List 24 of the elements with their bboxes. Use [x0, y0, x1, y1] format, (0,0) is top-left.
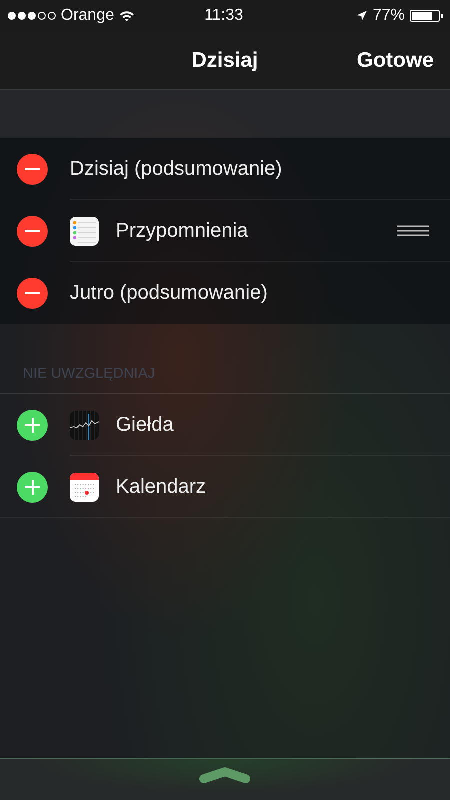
list-app-icon — [70, 216, 99, 246]
grabber-icon[interactable] — [199, 767, 251, 785]
signal-icon — [8, 12, 56, 20]
remove-icon[interactable] — [17, 216, 48, 246]
battery-percentage: 77% — [372, 7, 405, 25]
widget-name: Jutro (podsumowanie) — [70, 282, 268, 304]
reorder-handle-icon[interactable] — [397, 225, 429, 237]
widget-name: Dzisiaj (podsumowanie) — [70, 158, 282, 180]
clock-time: 11:33 — [204, 7, 244, 25]
carrier-name: Orange — [61, 7, 114, 25]
battery-icon — [410, 10, 440, 22]
add-icon[interactable] — [17, 472, 48, 502]
done-button[interactable]: Gotowe — [353, 44, 438, 76]
calendar-app-icon — [70, 472, 99, 502]
nav-title: Dzisiaj — [192, 48, 258, 72]
location-arrow-icon — [356, 10, 368, 22]
remove-icon[interactable] — [17, 154, 48, 184]
remove-icon[interactable] — [17, 278, 48, 308]
widget-name: Kalendarz — [116, 476, 206, 498]
wifi-icon — [119, 10, 136, 22]
widget-name: Giełda — [116, 414, 174, 436]
widget-name: Przypomnienia — [116, 220, 248, 242]
add-icon[interactable] — [17, 410, 48, 440]
chart-app-icon — [70, 410, 99, 440]
